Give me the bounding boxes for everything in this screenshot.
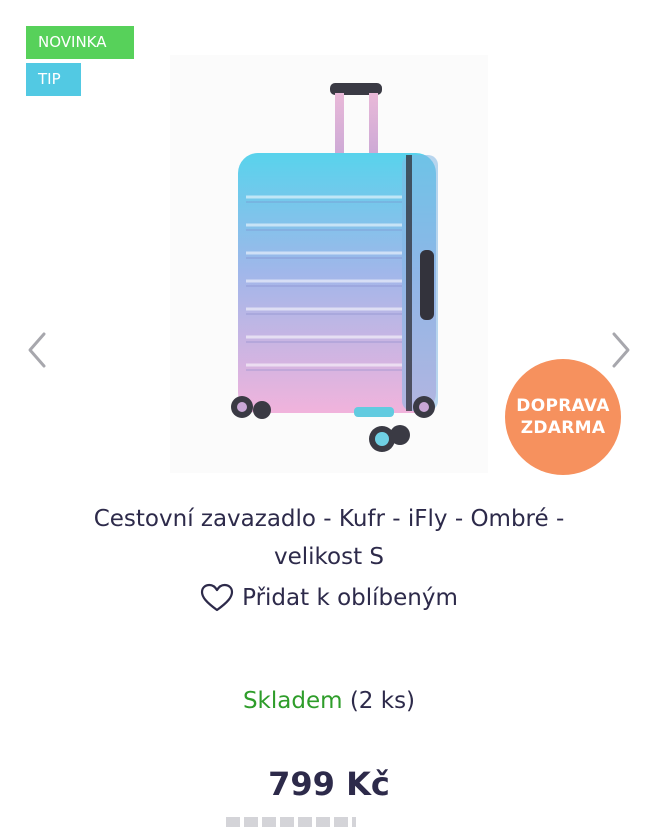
badge-tip: TIP bbox=[26, 63, 81, 96]
product-price: 799 Kč bbox=[268, 765, 390, 803]
product-title-line2: velikost S bbox=[273, 544, 385, 570]
old-price-cutoff bbox=[226, 817, 356, 827]
chevron-left-icon bbox=[28, 332, 46, 368]
free-shipping-line1: DOPRAVA bbox=[516, 396, 610, 416]
add-to-favorites-button[interactable]: Přidat k oblíbeným bbox=[0, 583, 658, 613]
product-title-line1: Cestovní zavazadlo - Kufr - iFly - Ombré… bbox=[93, 506, 565, 532]
free-shipping-badge: DOPRAVA ZDARMA bbox=[505, 359, 621, 475]
availability-count: (2 ks) bbox=[349, 688, 416, 714]
product-image[interactable] bbox=[170, 55, 488, 473]
add-to-favorites-label: Přidat k oblíbeným bbox=[242, 585, 458, 611]
chevron-right-icon bbox=[612, 332, 630, 368]
gallery-prev-button[interactable] bbox=[24, 330, 50, 370]
availability: Skladem (2 ks) bbox=[0, 688, 658, 714]
free-shipping-line2: ZDARMA bbox=[520, 418, 606, 438]
badge-novinka: NOVINKA bbox=[26, 26, 134, 59]
availability-status: Skladem bbox=[242, 688, 343, 714]
heart-icon bbox=[201, 583, 234, 612]
product-title: Cestovní zavazadlo - Kufr - iFly - Ombré… bbox=[40, 500, 618, 576]
suitcase-image bbox=[231, 83, 438, 452]
gallery-next-button[interactable] bbox=[608, 330, 634, 370]
